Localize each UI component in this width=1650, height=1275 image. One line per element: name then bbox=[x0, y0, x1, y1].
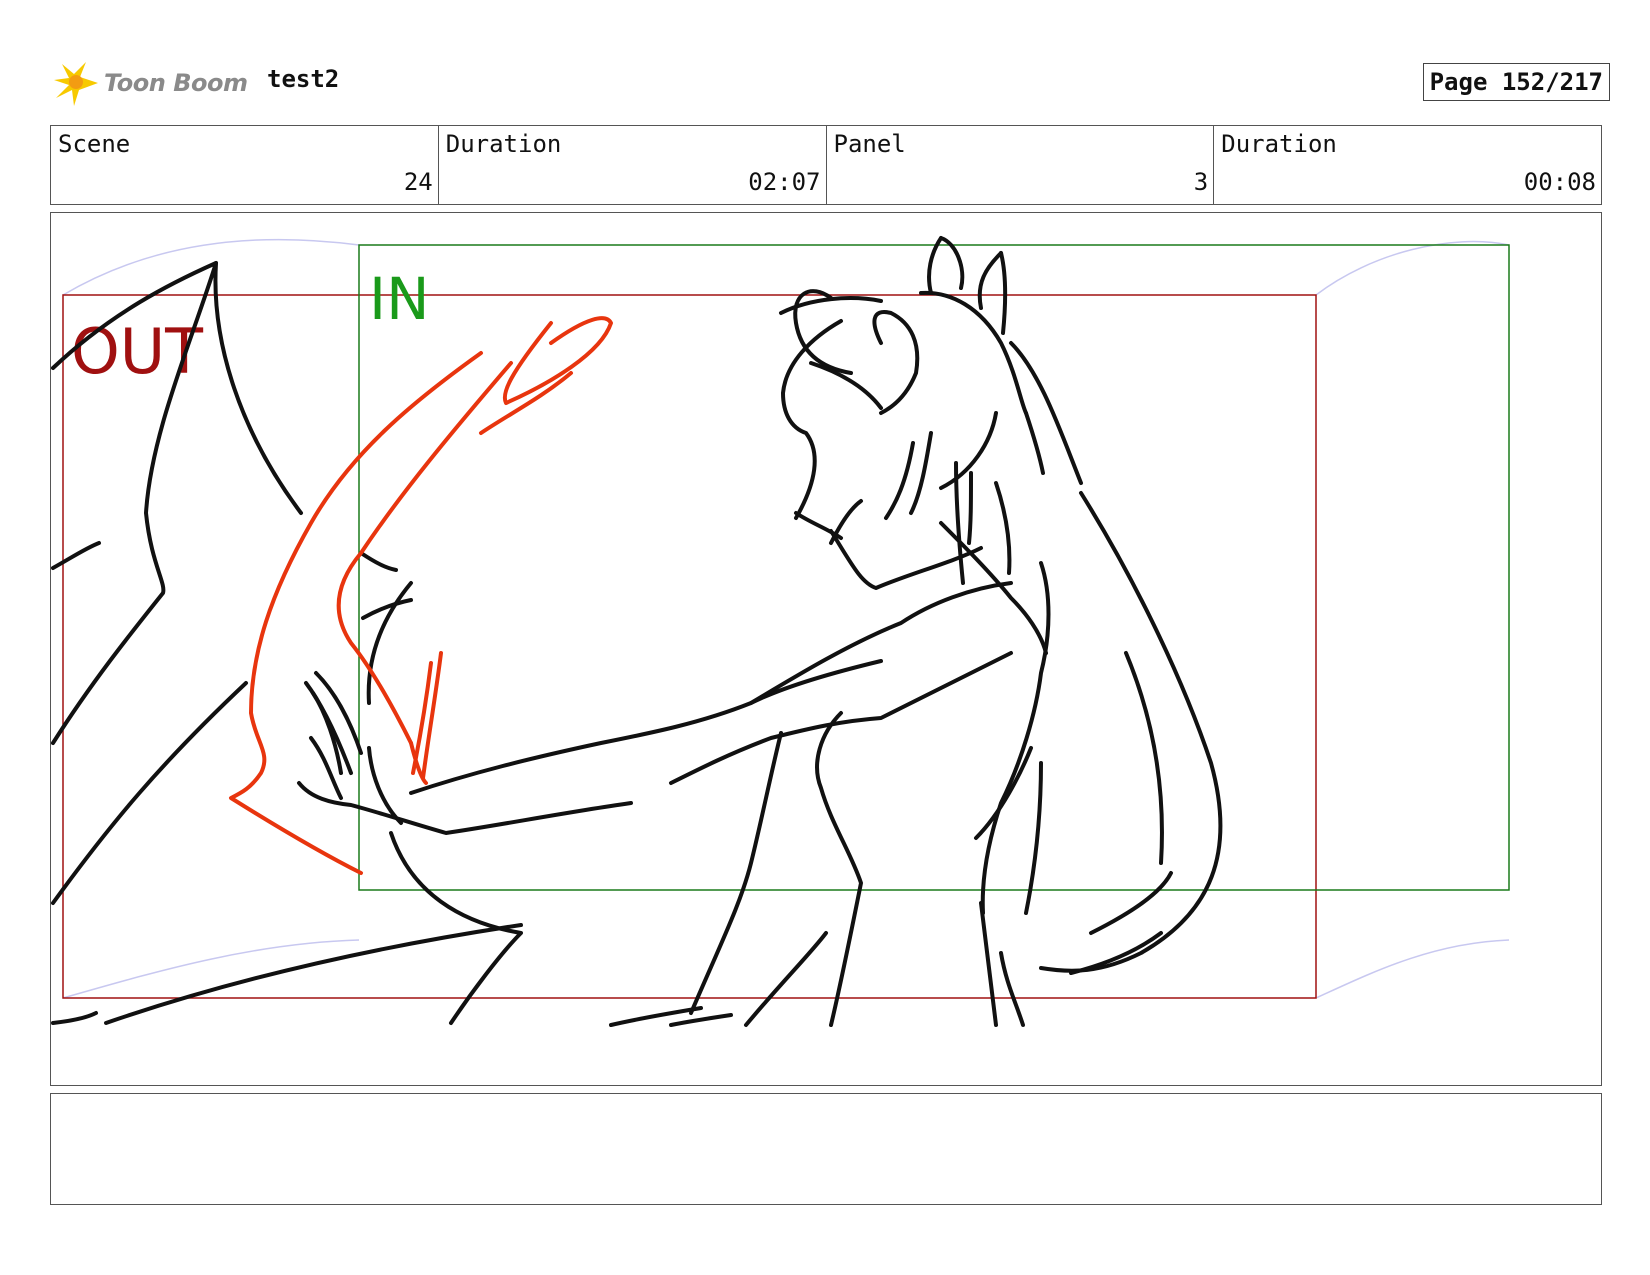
scene-info-row: Scene 24 Duration 02:07 Panel 3 Duration… bbox=[50, 125, 1602, 205]
camera-move-arcs bbox=[62, 238, 1510, 999]
scene-label: Scene bbox=[58, 130, 131, 158]
panel-duration-cell: Duration 00:08 bbox=[1214, 126, 1601, 204]
scene-duration-value: 02:07 bbox=[748, 168, 821, 196]
in-frame-label: IN bbox=[369, 265, 430, 333]
panel-cell: Panel 3 bbox=[827, 126, 1215, 204]
logo-text: Toon Boom bbox=[104, 68, 248, 97]
scene-value: 24 bbox=[403, 168, 433, 196]
scene-duration-cell: Duration 02:07 bbox=[439, 126, 827, 204]
star-burst-icon bbox=[54, 61, 98, 106]
panel-label: Panel bbox=[833, 130, 906, 158]
toon-boom-logo: Toon Boom bbox=[52, 55, 248, 110]
scene-cell: Scene 24 bbox=[51, 126, 439, 204]
panel-duration-label: Duration bbox=[1221, 130, 1337, 158]
out-camera-frame bbox=[62, 294, 1317, 999]
panel-duration-value: 00:08 bbox=[1523, 168, 1596, 196]
panel-notes-box bbox=[50, 1093, 1602, 1205]
page-header: Toon Boom test2 Page 152/217 bbox=[52, 55, 1610, 110]
page-number: Page 152/217 bbox=[1422, 63, 1610, 101]
character-sketch bbox=[51, 236, 1223, 1027]
project-name: test2 bbox=[267, 65, 340, 93]
storyboard-panel: OUT IN bbox=[50, 212, 1602, 1086]
scene-duration-label: Duration bbox=[445, 130, 562, 158]
panel-drawing: OUT IN bbox=[51, 236, 1510, 1027]
panel-value: 3 bbox=[1193, 168, 1209, 196]
